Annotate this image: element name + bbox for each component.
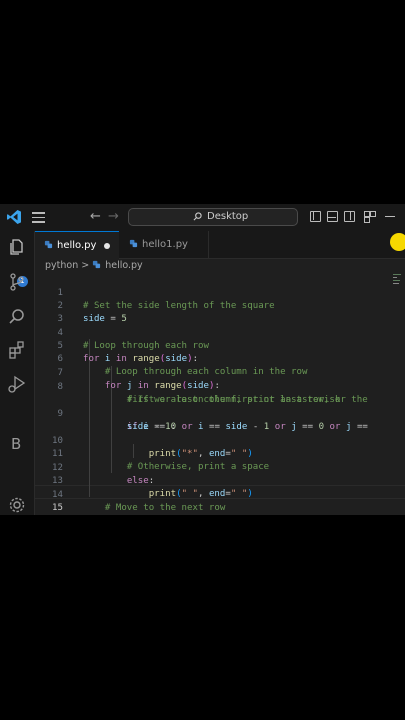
python-file-icon (93, 260, 101, 269)
back-arrow-icon[interactable]: ← (90, 209, 101, 225)
code-line-15: 15 print() (35, 489, 405, 513)
toggle-primary-sidebar-icon[interactable] (310, 211, 321, 222)
activity-bar: 1 B (0, 231, 35, 515)
code-line-7: 7 for j in range(side): (57, 368, 220, 391)
extensions-icon[interactable] (7, 340, 27, 360)
code-line-3: 3 (57, 314, 63, 324)
forward-arrow-icon[interactable]: → (108, 209, 119, 225)
mouse-cursor-highlight (390, 233, 405, 251)
code-line-4: 4 # Loop through each row (57, 328, 209, 351)
explorer-icon[interactable] (7, 237, 27, 257)
python-file-icon (44, 240, 53, 249)
code-line-9: 9 if i == 0 or i == side - 1 or j == 0 o… (57, 409, 374, 432)
code-line-2: 2 side = 5 (57, 301, 127, 324)
tab-hello1-py[interactable]: hello1.py (119, 231, 209, 259)
code-line-12: 12 else: (52, 463, 155, 486)
settings-gear-icon[interactable] (7, 495, 27, 515)
code-line-14: 14 # Move to the next row (52, 490, 226, 513)
search-icon (193, 212, 202, 221)
code-line-11: 11 # Otherwise, print a space (52, 449, 270, 472)
vscode-logo-icon (7, 210, 21, 224)
editor-tab-bar: hello.py hello1.py (35, 231, 405, 259)
minimize-icon[interactable] (385, 216, 395, 218)
code-line-1: 1 # Set the side length of the square (57, 288, 275, 311)
tab-label: hello.py (57, 240, 97, 251)
customize-layout-icon[interactable] (364, 211, 376, 223)
breadcrumb-file[interactable]: hello.py (105, 260, 142, 271)
tab-hello-py[interactable]: hello.py (35, 231, 119, 259)
search-icon[interactable] (7, 307, 27, 327)
source-control-icon[interactable] (7, 272, 27, 292)
search-text: Desktop (207, 211, 249, 222)
extension-b-icon[interactable]: B (11, 435, 21, 453)
code-line-10: 10 print("*", end=" ") (52, 436, 253, 459)
code-editor[interactable]: 1 # Set the side length of the square 2 … (35, 274, 405, 515)
code-line-13: 13 print(" ", end=" ") (52, 476, 253, 499)
run-debug-icon[interactable] (7, 374, 27, 394)
code-line-8-wrap: first or last column, print an asterisk (126, 395, 341, 405)
vscode-window: ← → Desktop 1 B hello.py hello1.py pytho… (0, 204, 405, 515)
toggle-secondary-sidebar-icon[interactable] (344, 211, 355, 222)
code-line-9-wrap: side - 1: (126, 422, 177, 432)
command-center-search[interactable]: Desktop (128, 208, 298, 226)
code-line-8: 8 # If we are on the first or last row, … (57, 382, 368, 405)
code-line-6: 6 # Loop through each column in the row (57, 354, 308, 377)
title-bar: ← → Desktop (0, 204, 405, 232)
toggle-panel-icon[interactable] (327, 211, 338, 222)
menu-icon[interactable] (32, 212, 45, 223)
unsaved-dot-icon[interactable] (104, 243, 110, 249)
breadcrumb-folder[interactable]: python (45, 260, 78, 271)
breadcrumb: python > hello.py (45, 260, 143, 271)
tab-label: hello1.py (142, 239, 188, 250)
code-line-5: 5 for i in range(side): (57, 341, 199, 364)
python-file-icon (129, 239, 138, 248)
